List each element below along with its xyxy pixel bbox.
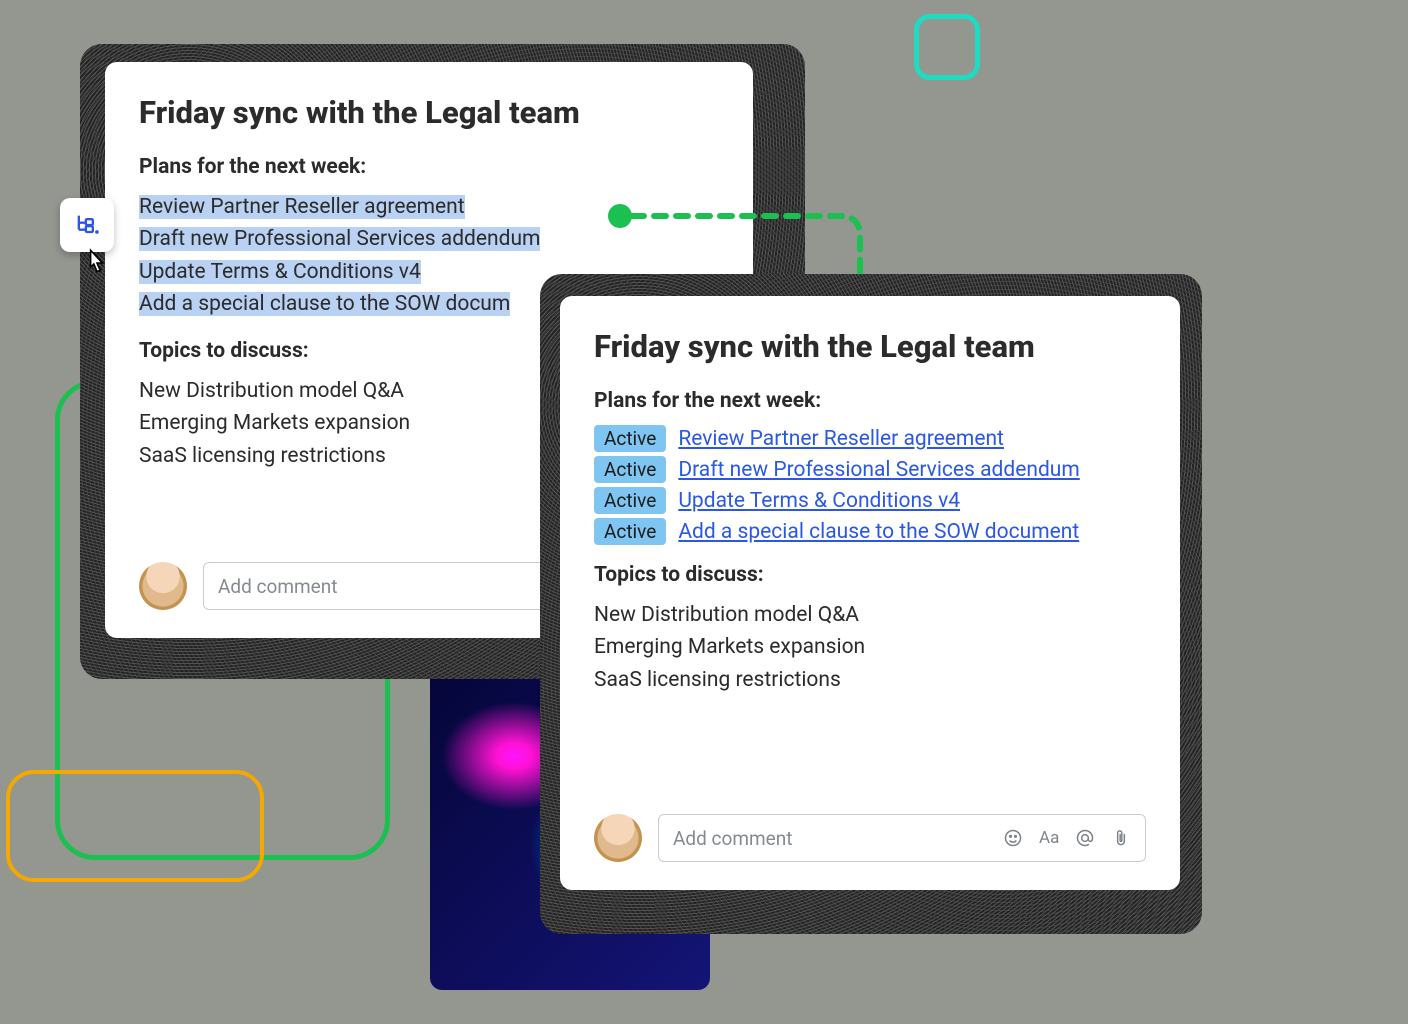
task-row: Active Draft new Professional Services a… [594, 456, 1146, 483]
decorative-rect-teal [914, 14, 980, 80]
topics-heading: Topics to discuss: [594, 563, 1146, 587]
comment-placeholder: Add comment [218, 575, 337, 598]
status-badge[interactable]: Active [594, 518, 666, 545]
avatar [139, 562, 187, 610]
status-badge[interactable]: Active [594, 425, 666, 452]
task-row: Active Review Partner Reseller agreement [594, 425, 1146, 452]
comment-input[interactable]: Add comment Aa [658, 814, 1146, 862]
topic-line: Emerging Markets expansion [594, 631, 1146, 664]
attachment-icon[interactable] [1111, 828, 1131, 848]
pointer-cursor-icon [80, 246, 114, 280]
task-link[interactable]: Add a special clause to the SOW document [678, 520, 1079, 544]
plan-line-selected[interactable]: Review Partner Reseller agreement [139, 195, 465, 219]
task-row: Active Update Terms & Conditions v4 [594, 487, 1146, 514]
note-card-after: Friday sync with the Legal team Plans fo… [560, 296, 1180, 890]
convert-to-subitems-button[interactable] [60, 198, 114, 252]
task-link[interactable]: Draft new Professional Services addendum [678, 458, 1079, 482]
decorative-rect-yellow [6, 770, 264, 882]
plan-line-selected[interactable]: Add a special clause to the SOW docum [139, 292, 510, 316]
status-badge[interactable]: Active [594, 487, 666, 514]
task-link[interactable]: Update Terms & Conditions v4 [678, 489, 960, 513]
mention-icon[interactable] [1075, 828, 1095, 848]
plan-line-selected[interactable]: Draft new Professional Services addendum [139, 227, 540, 251]
plan-line-selected[interactable]: Update Terms & Conditions v4 [139, 260, 421, 284]
comment-row: Add comment Aa [594, 814, 1146, 862]
tree-add-icon [73, 211, 101, 239]
comment-placeholder: Add comment [673, 827, 792, 850]
task-link[interactable]: Review Partner Reseller agreement [678, 427, 1004, 451]
topic-line: SaaS licensing restrictions [594, 664, 1146, 697]
status-badge[interactable]: Active [594, 456, 666, 483]
topic-line: New Distribution model Q&A [594, 599, 1146, 632]
task-row: Active Add a special clause to the SOW d… [594, 518, 1146, 545]
plans-heading: Plans for the next week: [594, 389, 1146, 413]
plans-heading: Plans for the next week: [139, 155, 719, 179]
note-title: Friday sync with the Legal team [594, 328, 1146, 367]
avatar [594, 814, 642, 862]
emoji-icon[interactable] [1003, 828, 1023, 848]
note-title: Friday sync with the Legal team [139, 94, 719, 133]
text-format-icon[interactable]: Aa [1039, 828, 1059, 848]
